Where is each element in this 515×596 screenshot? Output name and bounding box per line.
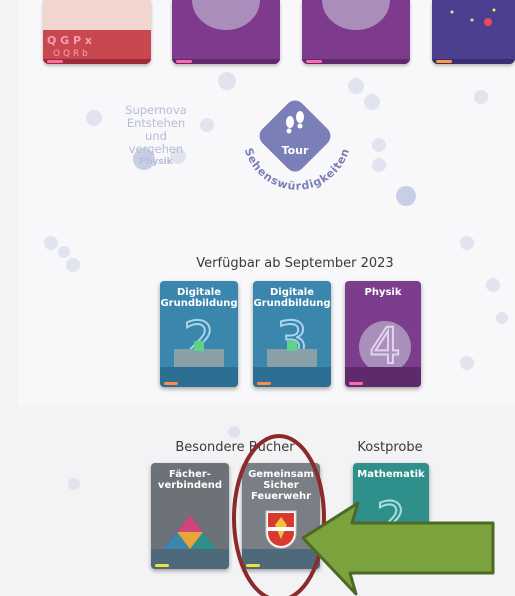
book-digitale-grundbildung-3[interactable]: Digitale Grundbildung 3: [253, 281, 331, 387]
svg-text:2: 2: [376, 492, 405, 546]
book-digitale-grundbildung-2[interactable]: Digitale Grundbildung 2: [160, 281, 238, 387]
book-faecherverbindend[interactable]: Fächer- verbindend: [151, 463, 229, 569]
september-section-title: Verfügbar ab September 2023: [196, 256, 394, 271]
book-card-top-4[interactable]: [432, 0, 515, 64]
book-card-top-1[interactable]: Q G P x O Q R b: [43, 0, 151, 64]
svg-text:Q G P x: Q G P x: [47, 34, 92, 47]
book-cover-art: 2: [160, 310, 238, 387]
book-cover-art: 3: [253, 310, 331, 387]
bubble-artwork: [172, 0, 280, 64]
book-gemeinsam-sicher-feuerwehr[interactable]: Gemeinsam Sicher Feuerwehr: [242, 463, 320, 569]
book-cover-art: 4: [345, 316, 421, 387]
sample-section-title: Kostprobe: [357, 440, 423, 455]
svg-text:4: 4: [369, 317, 401, 375]
book-card-top-3[interactable]: [302, 0, 410, 64]
bubble-artwork: [302, 0, 410, 64]
page-stage: Q G P x O Q R b Supernova Entstehen und …: [0, 0, 515, 596]
special-books-section-title: Besondere Bücher: [175, 440, 295, 455]
supernova-subject: Physik: [139, 157, 173, 167]
space-artwork: [432, 0, 515, 64]
tour-sehenswuerdigkeiten-button[interactable]: Tour Sehenswürdigkeiten: [232, 96, 362, 211]
tour-label: Tour: [282, 144, 309, 157]
tour-badge-graphic: Tour Sehenswürdigkeiten: [242, 100, 351, 193]
fire-brigade-emblem-icon: [265, 510, 297, 549]
book-cover-art: 2: [353, 491, 429, 569]
book-card-top-2[interactable]: [172, 0, 280, 64]
supernova-line-4: vergehen: [128, 142, 184, 156]
book-physik-4[interactable]: Physik 4: [345, 281, 421, 387]
book-mathematik-2-sample[interactable]: Mathematik 2: [353, 463, 429, 569]
letters-artwork: Q G P x O Q R b: [43, 0, 151, 64]
supernova-link[interactable]: Supernova Entstehen und vergehen Physik: [100, 104, 212, 169]
svg-text:O Q R b: O Q R b: [53, 49, 88, 59]
book-cover-art: [242, 510, 320, 569]
book-cover-art: [151, 515, 229, 569]
